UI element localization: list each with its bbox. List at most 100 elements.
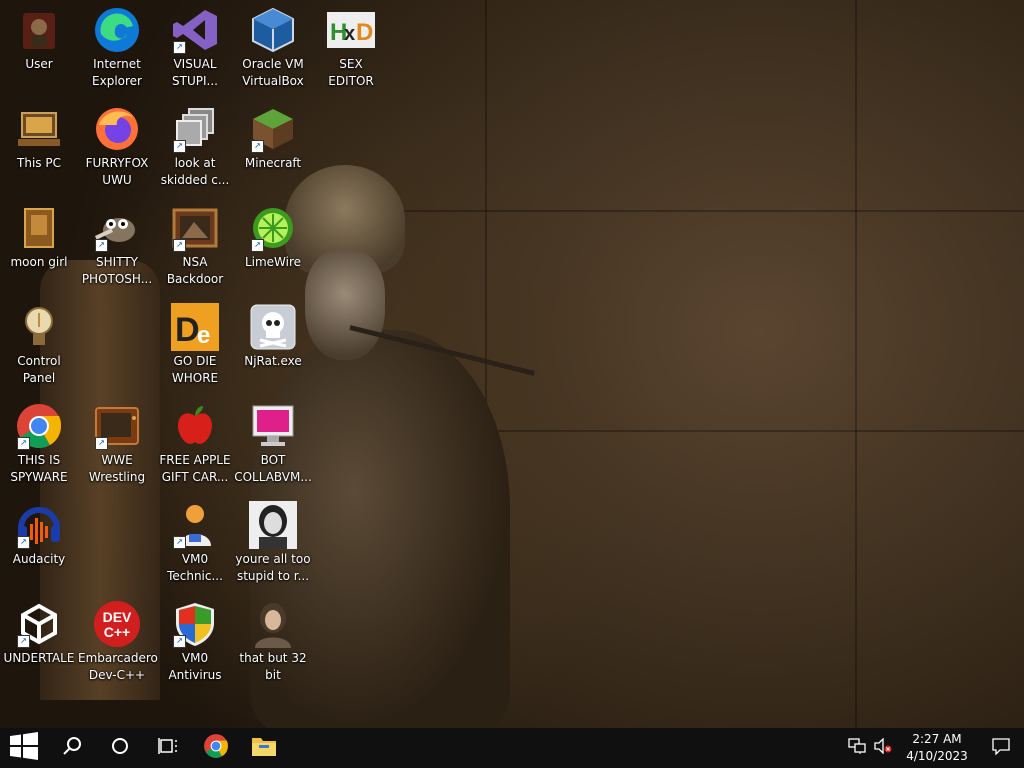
volume-button[interactable] — [870, 728, 896, 768]
svg-text:x: x — [344, 23, 355, 45]
task-view-button[interactable] — [144, 728, 192, 768]
desktop-icon-devcpp[interactable]: DEV C++ Embarcadero Dev-C++ — [78, 600, 158, 684]
desktop-icon-apple-gift[interactable]: FREE APPLE GIFT CAR... — [156, 402, 234, 486]
desktop-icon-label: Audacity — [12, 552, 66, 566]
start-button[interactable] — [0, 728, 48, 768]
shortcut-arrow-icon: ↗ — [17, 536, 30, 549]
desktop-icon-user[interactable]: User — [0, 6, 78, 73]
folder-icon — [251, 735, 277, 761]
desktop-icon-bot-collab[interactable]: BOT COLLABVM... — [234, 402, 312, 486]
skull-icon — [249, 303, 297, 351]
desktop-icon-audacity[interactable]: ↗ Audacity — [0, 501, 78, 568]
network-icon — [848, 738, 866, 758]
desktop-icon-stupid[interactable]: youre all too stupid to r... — [234, 501, 312, 585]
search-icon — [62, 736, 82, 760]
desktop-icon-label: look at skidded c... — [160, 156, 230, 187]
chrome-icon — [203, 733, 229, 763]
network-button[interactable] — [844, 728, 870, 768]
de-icon: De — [171, 303, 219, 351]
svg-text:D: D — [356, 19, 373, 46]
desktop-icon-nsa-backdoor[interactable]: ↗ NSA Backdoor — [156, 204, 234, 288]
shortcut-arrow-icon: ↗ — [17, 437, 30, 450]
chrome-icon: ↗ — [15, 402, 63, 450]
technician-icon: ↗ — [171, 501, 219, 549]
desktop-icon-label: youre all too stupid to r... — [235, 552, 311, 583]
virtualbox-icon — [249, 6, 297, 54]
desktop-icon-label: BOT COLLABVM... — [234, 453, 312, 484]
desktop-icon-label: VM0 Antivirus — [168, 651, 222, 682]
shield-icon: ↗ — [171, 600, 219, 648]
task-view-icon — [158, 737, 178, 759]
desktop-icon-njrat[interactable]: NjRat.exe — [234, 303, 312, 370]
desktop-icon-minecraft[interactable]: ↗ Minecraft — [234, 105, 312, 172]
svg-text:e: e — [197, 322, 210, 349]
desktop-icon-skidded[interactable]: ↗ look at skidded c... — [156, 105, 234, 189]
hxd-icon: HxD — [327, 6, 375, 54]
desktop-icon-label: WWE Wrestling — [88, 453, 146, 484]
desktop-icon-label: NjRat.exe — [244, 354, 302, 368]
user-folder-icon — [15, 6, 63, 54]
desktop-icon-moon-girl[interactable]: moon girl — [0, 204, 78, 271]
desktop-icon-undertale[interactable]: ↗ UNDERTALE — [0, 600, 78, 667]
volume-muted-icon — [874, 737, 892, 758]
svg-text:D: D — [175, 311, 200, 349]
taskbar-chrome[interactable] — [192, 728, 240, 768]
gimp-icon: ↗ — [93, 204, 141, 252]
framed-picture-icon: ↗ — [171, 204, 219, 252]
desktop-icon-gimp[interactable]: ↗ SHITTY PHOTOSH... — [78, 204, 156, 288]
action-center-button[interactable] — [978, 728, 1024, 768]
shortcut-arrow-icon: ↗ — [251, 140, 264, 153]
taskbar-file-explorer[interactable] — [240, 728, 288, 768]
desktop-icon-label: GO DIE WHORE — [171, 354, 219, 385]
taskbar-clock[interactable]: 2:27 AM 4/10/2023 — [896, 731, 978, 765]
desktop-icon-virtualbox[interactable]: Oracle VM VirtualBox — [234, 6, 312, 90]
desktop-icon-visual-studio[interactable]: ↗ VISUAL STUPI... — [156, 6, 234, 90]
cortana-button[interactable] — [96, 728, 144, 768]
desktop-icon-label: Internet Explorer — [92, 57, 142, 88]
desktop-icon-label: FURRYFOX UWU — [85, 156, 149, 187]
desktop-icon-limewire[interactable]: ↗ LimeWire — [234, 204, 312, 271]
search-button[interactable] — [48, 728, 96, 768]
desktop-icon-this-pc[interactable]: This PC — [0, 105, 78, 172]
desktop-icon-internet-explorer[interactable]: Internet Explorer — [78, 6, 156, 90]
lightbulb-icon — [15, 303, 63, 351]
clock-time: 2:27 AM — [912, 732, 962, 746]
apple-icon — [171, 402, 219, 450]
desktop-icon-label: SEX EDITOR — [328, 57, 374, 88]
book-icon — [15, 204, 63, 252]
shortcut-arrow-icon: ↗ — [17, 635, 30, 648]
desktop-icon-label: UNDERTALE — [3, 651, 75, 665]
desktop-icon-control-panel[interactable]: Control Panel — [0, 303, 78, 387]
visual-studio-icon: ↗ — [171, 6, 219, 54]
desktop-icon-go-die[interactable]: De GO DIE WHORE — [156, 303, 234, 387]
svg-text:DEV: DEV — [103, 609, 132, 625]
limewire-icon: ↗ — [249, 204, 297, 252]
desktop-icon-vm0-tech[interactable]: ↗ VM0 Technic... — [156, 501, 234, 585]
firefox-icon — [93, 105, 141, 153]
wallpaper-figure-face — [305, 250, 385, 360]
copy-icon: ↗ — [171, 105, 219, 153]
desktop-icon-label: Minecraft — [244, 156, 302, 170]
desktop-icon-label: VM0 Technic... — [167, 552, 223, 583]
tv-icon: ↗ — [93, 402, 141, 450]
minecraft-icon: ↗ — [249, 105, 297, 153]
desktop-icon-chrome[interactable]: ↗ THIS IS SPYWARE — [0, 402, 78, 486]
monitor-icon — [249, 402, 297, 450]
devcpp-icon: DEV C++ — [93, 600, 141, 648]
desktop-icon-label: moon girl — [10, 255, 68, 269]
shortcut-arrow-icon: ↗ — [95, 239, 108, 252]
clock-date: 4/10/2023 — [906, 749, 968, 763]
desktop-icon-label: THIS IS SPYWARE — [10, 453, 68, 484]
desktop-icon-label: Oracle VM VirtualBox — [242, 57, 304, 88]
desktop-icon-that-but-32[interactable]: that but 32 bit — [234, 600, 312, 684]
portrait-icon — [249, 501, 297, 549]
shortcut-arrow-icon: ↗ — [173, 41, 186, 54]
desktop-icon-firefox[interactable]: FURRYFOX UWU — [78, 105, 156, 189]
desktop-icon-label: SHITTY PHOTOSH... — [81, 255, 153, 286]
shortcut-arrow-icon: ↗ — [173, 140, 186, 153]
desktop-icon-vm0-antivirus[interactable]: ↗ VM0 Antivirus — [156, 600, 234, 684]
svg-text:C++: C++ — [104, 624, 130, 640]
desktop-icon-wwe[interactable]: ↗ WWE Wrestling — [78, 402, 156, 486]
cortana-circle-icon — [111, 737, 129, 759]
desktop-icon-hex-editor[interactable]: HxD SEX EDITOR — [312, 6, 390, 90]
